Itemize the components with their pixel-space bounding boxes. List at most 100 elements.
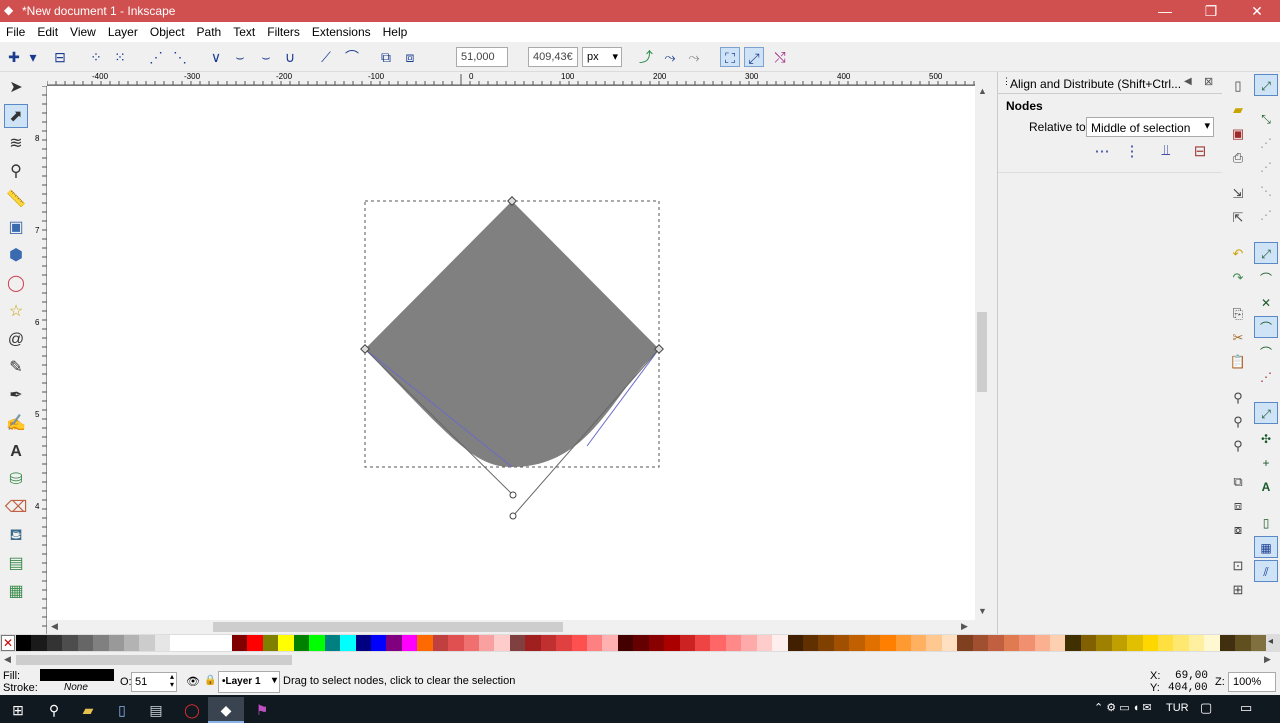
snap-bbox-icon[interactable]: ⤡ [1254,108,1278,130]
snap-rotation-center-icon[interactable]: + [1254,452,1278,474]
y-input[interactable]: 409,43€ [528,47,578,67]
tweak-tool-icon[interactable]: ≋ [4,132,28,156]
show-handles-icon[interactable]: ⤢ [744,47,764,67]
color-swatch[interactable] [432,635,449,651]
color-swatch[interactable] [309,635,326,651]
color-swatch[interactable] [1034,635,1051,651]
color-swatch[interactable] [478,635,495,651]
panel-close-icon[interactable]: ⊠ [1204,75,1213,88]
scroll-right-icon[interactable]: ▶ [961,621,968,632]
palette-scrollbar[interactable]: ◀ ▶ [0,652,1280,668]
snap-grids-icon[interactable]: ▦ [1254,536,1278,558]
group-icon[interactable]: ⊡ [1228,556,1248,576]
clone-icon[interactable]: ⧈ [1228,496,1248,516]
pen-tool-icon[interactable]: ✒ [4,384,28,408]
snap-bbox-center-icon[interactable]: ⋰ [1254,204,1278,226]
horizontal-scroll-thumb[interactable] [213,622,563,632]
ungroup-icon[interactable]: ⊞ [1228,580,1248,600]
zoom-page-icon[interactable]: ⚲ [1228,436,1248,456]
color-swatch[interactable] [849,635,866,651]
color-swatch[interactable] [232,635,248,651]
delete-node-icon[interactable]: ⊟ [50,47,70,67]
color-swatch[interactable] [1204,635,1221,651]
color-swatch[interactable] [340,635,356,651]
import-icon[interactable]: ⇲ [1228,184,1248,204]
spray-tool-icon[interactable]: ⛁ [4,468,28,492]
spiral-tool-icon[interactable]: @ [4,328,28,352]
color-swatch[interactable] [988,635,1005,651]
search-icon[interactable]: ⚲ [36,697,72,723]
node-tool-icon[interactable]: ⬈ [4,104,28,128]
zoom-drawing-icon[interactable]: ⚲ [1228,412,1248,432]
color-swatch[interactable] [911,635,927,651]
snap-others-icon[interactable]: ⤢ [1254,402,1278,424]
snap-enable-icon[interactable]: ⤢ [1254,74,1278,96]
insert-node-icon[interactable]: ✚ [4,47,24,67]
color-swatch[interactable] [262,635,279,651]
color-swatch[interactable] [124,635,140,651]
fill-swatch[interactable] [40,669,114,681]
palette-scroll-thumb[interactable] [16,655,292,665]
break-path-icon[interactable]: ⁙ [110,47,130,67]
color-swatch[interactable] [1096,635,1113,651]
color-swatch[interactable] [1127,635,1144,651]
color-swatch[interactable] [1235,635,1252,651]
color-swatch[interactable] [787,635,804,651]
color-swatch[interactable] [1065,635,1082,651]
selector-tool-icon[interactable]: ➤ [4,76,28,100]
show-outline-icon[interactable]: ⤭ [770,47,790,67]
color-swatch[interactable] [463,635,480,651]
snap-smooth-nodes-icon[interactable]: ⌒ [1254,342,1278,364]
color-swatch[interactable] [895,635,912,651]
color-swatch[interactable] [1173,635,1190,651]
color-swatch[interactable] [957,635,974,651]
color-swatch[interactable] [1250,635,1267,651]
color-swatch[interactable] [941,635,958,651]
color-swatch[interactable] [756,635,773,651]
color-swatch[interactable] [154,635,171,651]
document-app-icon[interactable]: ▯ [104,697,140,723]
insert-dropdown-icon[interactable]: ▾ [26,47,40,67]
color-swatch[interactable] [62,635,79,651]
delete-segment-icon[interactable]: ⋱ [170,47,190,67]
calligraphy-tool-icon[interactable]: ✍ [4,412,28,436]
menu-extensions[interactable]: Extensions [306,22,377,39]
color-swatch[interactable] [355,635,372,651]
color-swatch[interactable] [1219,635,1236,651]
path-node[interactable] [507,196,517,206]
menu-help[interactable]: Help [377,22,414,39]
no-paint-swatch[interactable]: ✕ [1,635,15,651]
export-icon[interactable]: ⇱ [1228,208,1248,228]
color-swatch[interactable] [633,635,650,651]
unlink-clone-icon[interactable]: ⧇ [1228,520,1248,540]
open-icon[interactable]: ▰ [1228,100,1248,120]
color-swatch[interactable] [93,635,110,651]
color-swatch[interactable] [494,635,511,651]
scroll-down-icon[interactable]: ▼ [978,606,987,616]
menu-object[interactable]: Object [144,22,191,39]
color-swatch[interactable] [833,635,850,651]
snap-cusp-nodes-icon[interactable]: ⌒ [1254,316,1278,338]
palette-menu-icon[interactable]: ◂ [1268,636,1273,647]
color-swatch[interactable] [370,635,387,651]
snap-path-intersection-icon[interactable]: ✕ [1254,292,1278,314]
layer-select[interactable]: •Layer 1 ▾ [218,671,280,693]
zoom-selection-icon[interactable]: ⚲ [1228,388,1248,408]
color-swatch[interactable] [864,635,881,651]
segment-curve-icon[interactable]: ⌒ [342,47,362,67]
color-swatch[interactable] [77,635,94,651]
color-swatch[interactable] [818,635,835,651]
color-swatch[interactable] [679,635,696,651]
color-swatch[interactable] [586,635,603,651]
menu-text[interactable]: Text [227,22,261,39]
auto-smooth-node-icon[interactable]: ∪ [280,47,300,67]
color-swatch[interactable] [525,635,542,651]
color-swatch[interactable] [139,635,156,651]
color-swatch[interactable] [725,635,742,651]
new-document-icon[interactable]: ▯ [1228,76,1248,96]
snap-object-centers-icon[interactable]: ✣ [1254,428,1278,450]
paste-icon[interactable]: 📋 [1228,352,1248,372]
next-path-effect-icon[interactable]: ⤴ [636,47,656,67]
color-swatch[interactable] [741,635,758,651]
photos-app-icon[interactable]: ▤ [138,697,174,723]
